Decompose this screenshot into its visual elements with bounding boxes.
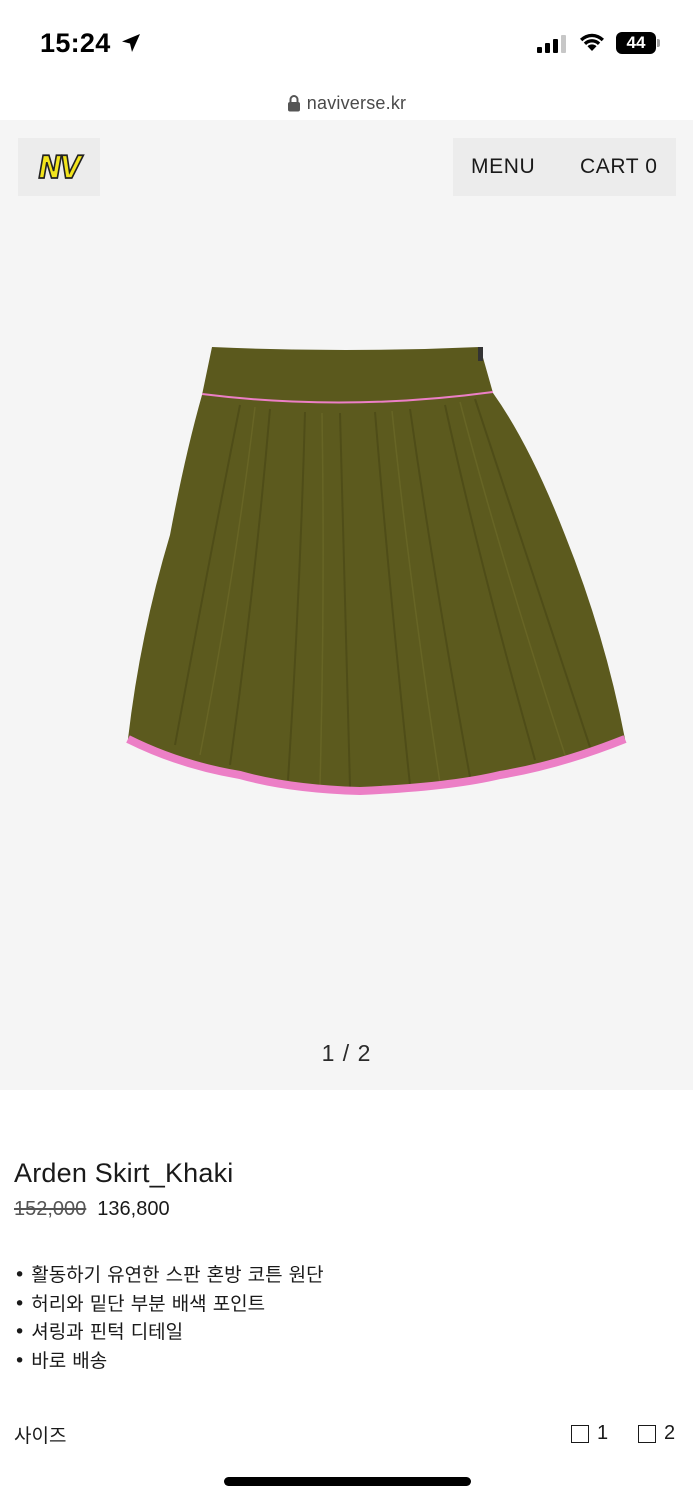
battery-cap bbox=[657, 39, 660, 47]
size-checkbox[interactable] bbox=[571, 1424, 589, 1443]
description-item: 바로 배송 bbox=[14, 1347, 324, 1376]
header-nav: MENU CART 0 bbox=[453, 138, 676, 196]
gallery-pager: 1 / 2 bbox=[321, 1040, 372, 1066]
lock-icon bbox=[287, 95, 300, 112]
status-bar: 15:24 44 bbox=[0, 0, 693, 88]
address-bar[interactable]: naviverse.kr bbox=[0, 88, 693, 118]
menu-button[interactable]: MENU bbox=[471, 155, 535, 179]
original-price: 152,000 bbox=[14, 1198, 87, 1220]
size-label: 사이즈 bbox=[14, 1425, 67, 1447]
sale-price: 136,800 bbox=[97, 1198, 170, 1220]
site-logo[interactable]: NV bbox=[18, 138, 100, 196]
battery-icon: 44 bbox=[616, 32, 660, 54]
size-checkbox[interactable] bbox=[638, 1424, 656, 1443]
status-time: 15:24 bbox=[40, 28, 111, 58]
cart-button[interactable]: CART 0 bbox=[580, 155, 658, 179]
home-indicator[interactable] bbox=[224, 1477, 471, 1486]
size-option-1[interactable]: 1 bbox=[571, 1422, 608, 1445]
product-description-list: 활동하기 유연한 스판 혼방 코튼 원단 허리와 밑단 부분 배색 포인트 셔링… bbox=[14, 1261, 324, 1376]
size-option-label: 2 bbox=[664, 1422, 676, 1444]
wifi-icon bbox=[580, 33, 604, 51]
url-text: naviverse.kr bbox=[306, 92, 407, 113]
description-item: 활동하기 유연한 스판 혼방 코튼 원단 bbox=[14, 1261, 323, 1290]
logo-text: NV bbox=[38, 148, 83, 186]
size-option-label: 1 bbox=[597, 1422, 609, 1444]
product-title: Arden Skirt_Khaki bbox=[14, 1158, 234, 1188]
size-option-2[interactable]: 2 bbox=[638, 1422, 675, 1445]
battery-level: 44 bbox=[616, 32, 656, 54]
product-image-skirt[interactable] bbox=[60, 335, 635, 805]
description-item: 셔링과 핀턱 디테일 bbox=[14, 1318, 324, 1347]
location-arrow-icon bbox=[122, 34, 140, 52]
price-row: 152,000 136,800 bbox=[14, 1198, 170, 1221]
description-item: 허리와 밑단 부분 배색 포인트 bbox=[14, 1290, 324, 1319]
cellular-signal-icon bbox=[537, 35, 566, 53]
